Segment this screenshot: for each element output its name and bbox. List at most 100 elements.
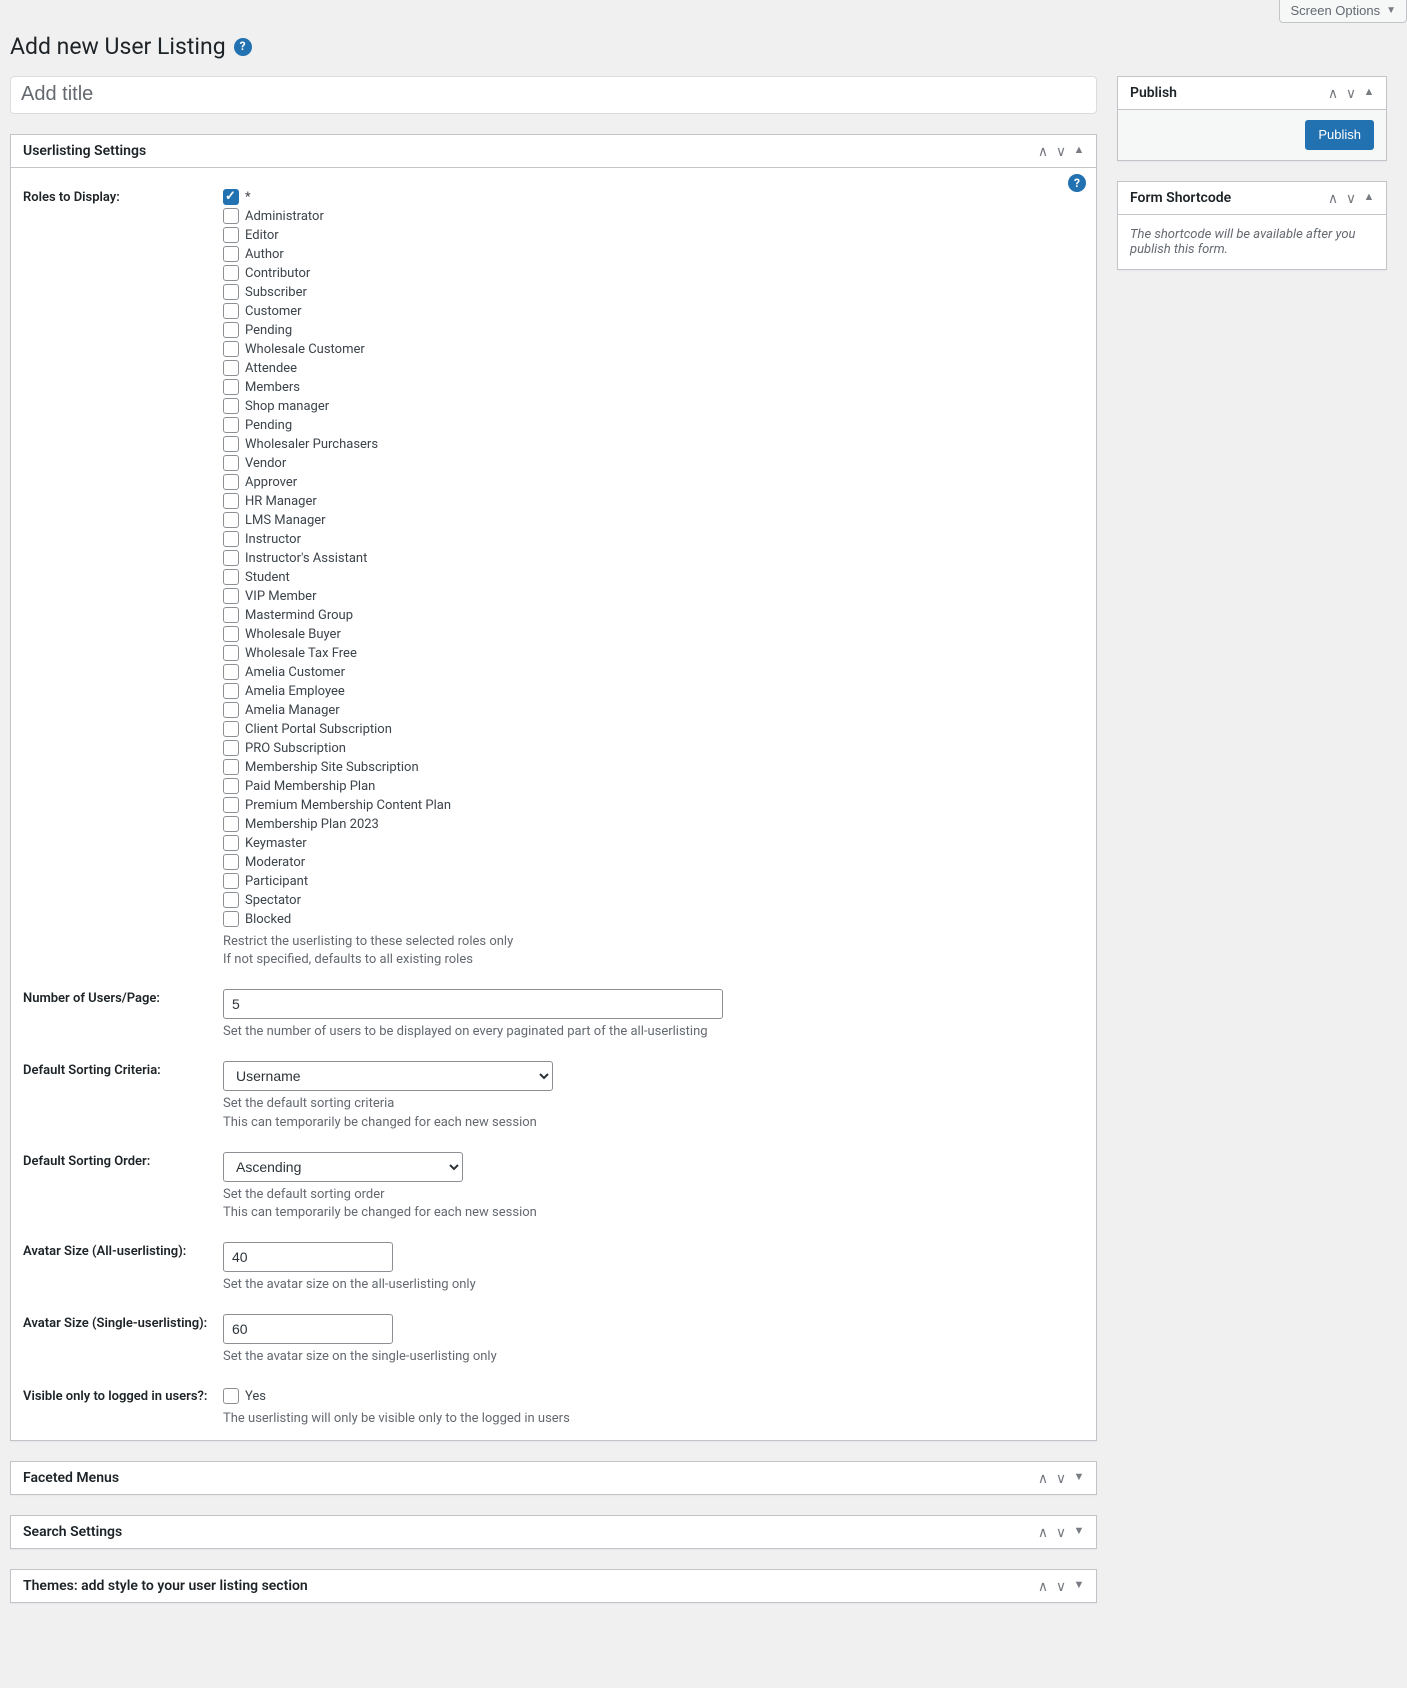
- sort-criteria-select[interactable]: Username: [223, 1061, 553, 1091]
- role-checkbox[interactable]: [223, 284, 239, 300]
- panel-move-up[interactable]: ∧: [1034, 142, 1052, 160]
- role-checkbox[interactable]: [223, 702, 239, 718]
- role-checkbox-row[interactable]: Client Portal Subscription: [223, 720, 1084, 739]
- role-checkbox[interactable]: [223, 683, 239, 699]
- role-checkbox-row[interactable]: VIP Member: [223, 587, 1084, 606]
- role-checkbox-row[interactable]: Participant: [223, 872, 1084, 891]
- role-checkbox-row[interactable]: Vendor: [223, 454, 1084, 473]
- role-checkbox-row[interactable]: Approver: [223, 473, 1084, 492]
- role-checkbox[interactable]: [223, 512, 239, 528]
- panel-toggle[interactable]: ▼: [1070, 1524, 1088, 1539]
- role-checkbox-row[interactable]: Amelia Manager: [223, 701, 1084, 720]
- role-checkbox[interactable]: [223, 759, 239, 775]
- panel-move-down[interactable]: ∨: [1052, 142, 1070, 160]
- panel-move-down[interactable]: ∨: [1342, 84, 1360, 102]
- role-checkbox[interactable]: [223, 645, 239, 661]
- role-checkbox[interactable]: [223, 436, 239, 452]
- role-checkbox-row[interactable]: Pending: [223, 416, 1084, 435]
- role-checkbox-row[interactable]: Pending: [223, 321, 1084, 340]
- role-checkbox[interactable]: [223, 892, 239, 908]
- panel-move-up[interactable]: ∧: [1324, 189, 1342, 207]
- role-checkbox-row[interactable]: Premium Membership Content Plan: [223, 796, 1084, 815]
- role-checkbox-row[interactable]: *: [223, 188, 1084, 207]
- panel-move-down[interactable]: ∨: [1052, 1523, 1070, 1541]
- avatar-single-input[interactable]: [223, 1314, 393, 1344]
- role-checkbox[interactable]: [223, 740, 239, 756]
- role-checkbox-row[interactable]: Blocked: [223, 910, 1084, 929]
- role-checkbox-row[interactable]: Mastermind Group: [223, 606, 1084, 625]
- role-checkbox[interactable]: [223, 550, 239, 566]
- role-checkbox-row[interactable]: Moderator: [223, 853, 1084, 872]
- role-checkbox[interactable]: [223, 626, 239, 642]
- panel-toggle[interactable]: ▼: [1070, 1470, 1088, 1485]
- role-checkbox-row[interactable]: Members: [223, 378, 1084, 397]
- role-checkbox-row[interactable]: Instructor's Assistant: [223, 549, 1084, 568]
- panel-toggle[interactable]: ▼: [1070, 1578, 1088, 1593]
- panel-move-down[interactable]: ∨: [1052, 1469, 1070, 1487]
- role-checkbox[interactable]: [223, 208, 239, 224]
- role-checkbox-row[interactable]: Attendee: [223, 359, 1084, 378]
- help-icon[interactable]: ?: [234, 38, 252, 56]
- role-checkbox-row[interactable]: Wholesale Customer: [223, 340, 1084, 359]
- role-checkbox[interactable]: [223, 398, 239, 414]
- role-checkbox[interactable]: [223, 227, 239, 243]
- role-checkbox[interactable]: [223, 341, 239, 357]
- role-checkbox[interactable]: [223, 189, 239, 205]
- role-checkbox[interactable]: [223, 303, 239, 319]
- role-checkbox-row[interactable]: Membership Plan 2023: [223, 815, 1084, 834]
- role-checkbox[interactable]: [223, 664, 239, 680]
- role-checkbox[interactable]: [223, 322, 239, 338]
- role-checkbox[interactable]: [223, 854, 239, 870]
- role-checkbox-row[interactable]: Subscriber: [223, 283, 1084, 302]
- role-checkbox-row[interactable]: Administrator: [223, 207, 1084, 226]
- role-checkbox[interactable]: [223, 265, 239, 281]
- panel-move-up[interactable]: ∧: [1324, 84, 1342, 102]
- role-checkbox[interactable]: [223, 246, 239, 262]
- role-checkbox[interactable]: [223, 835, 239, 851]
- panel-toggle[interactable]: ▲: [1360, 190, 1378, 205]
- role-checkbox-row[interactable]: Editor: [223, 226, 1084, 245]
- role-checkbox[interactable]: [223, 607, 239, 623]
- publish-button[interactable]: Publish: [1305, 120, 1374, 150]
- role-checkbox-row[interactable]: Instructor: [223, 530, 1084, 549]
- role-checkbox[interactable]: [223, 455, 239, 471]
- role-checkbox-row[interactable]: Contributor: [223, 264, 1084, 283]
- role-checkbox[interactable]: [223, 797, 239, 813]
- role-checkbox-row[interactable]: Spectator: [223, 891, 1084, 910]
- role-checkbox[interactable]: [223, 816, 239, 832]
- role-checkbox-row[interactable]: HR Manager: [223, 492, 1084, 511]
- panel-toggle[interactable]: ▲: [1360, 85, 1378, 100]
- role-checkbox-row[interactable]: LMS Manager: [223, 511, 1084, 530]
- role-checkbox-row[interactable]: Wholesale Tax Free: [223, 644, 1084, 663]
- role-checkbox-row[interactable]: PRO Subscription: [223, 739, 1084, 758]
- role-checkbox[interactable]: [223, 379, 239, 395]
- role-checkbox-row[interactable]: Membership Site Subscription: [223, 758, 1084, 777]
- avatar-all-input[interactable]: [223, 1242, 393, 1272]
- panel-toggle[interactable]: ▲: [1070, 143, 1088, 158]
- role-checkbox[interactable]: [223, 360, 239, 376]
- role-checkbox[interactable]: [223, 569, 239, 585]
- role-checkbox[interactable]: [223, 778, 239, 794]
- panel-move-up[interactable]: ∧: [1034, 1469, 1052, 1487]
- role-checkbox[interactable]: [223, 911, 239, 927]
- role-checkbox-row[interactable]: Amelia Employee: [223, 682, 1084, 701]
- help-icon[interactable]: ?: [1068, 174, 1086, 192]
- role-checkbox-row[interactable]: Student: [223, 568, 1084, 587]
- role-checkbox[interactable]: [223, 493, 239, 509]
- role-checkbox-row[interactable]: Paid Membership Plan: [223, 777, 1084, 796]
- role-checkbox[interactable]: [223, 474, 239, 490]
- panel-move-up[interactable]: ∧: [1034, 1577, 1052, 1595]
- role-checkbox-row[interactable]: Keymaster: [223, 834, 1084, 853]
- role-checkbox-row[interactable]: Author: [223, 245, 1084, 264]
- panel-move-up[interactable]: ∧: [1034, 1523, 1052, 1541]
- role-checkbox-row[interactable]: Shop manager: [223, 397, 1084, 416]
- screen-options-button[interactable]: Screen Options ▼: [1279, 0, 1407, 23]
- role-checkbox[interactable]: [223, 873, 239, 889]
- role-checkbox[interactable]: [223, 588, 239, 604]
- role-checkbox[interactable]: [223, 417, 239, 433]
- role-checkbox-row[interactable]: Wholesaler Purchasers: [223, 435, 1084, 454]
- sort-order-select[interactable]: Ascending: [223, 1152, 463, 1182]
- role-checkbox-row[interactable]: Customer: [223, 302, 1084, 321]
- users-per-page-input[interactable]: [223, 989, 723, 1019]
- role-checkbox[interactable]: [223, 721, 239, 737]
